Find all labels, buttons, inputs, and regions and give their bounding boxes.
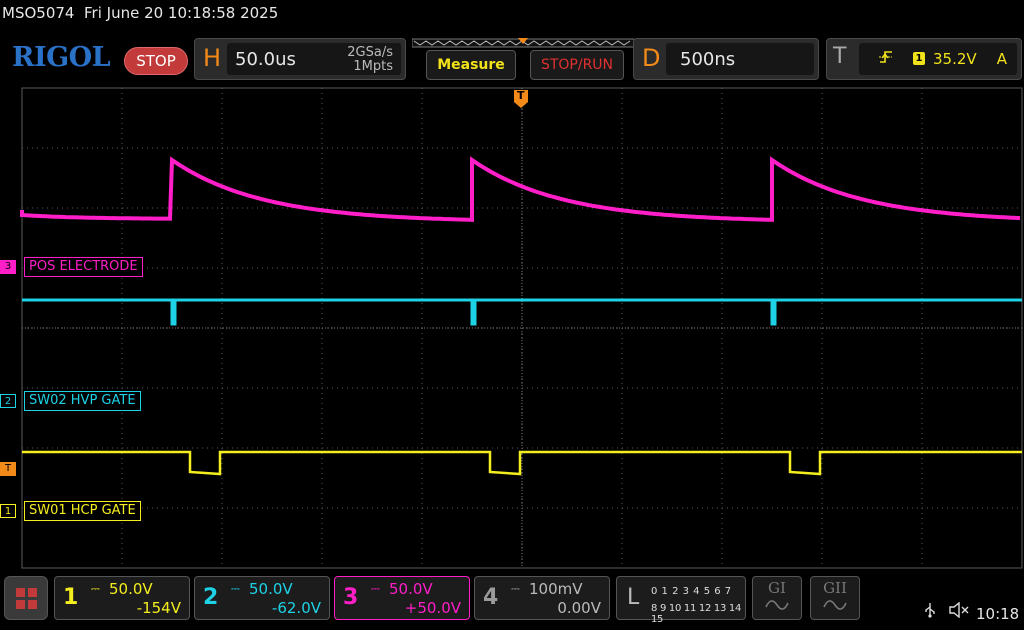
trigger-mode: A bbox=[996, 50, 1007, 68]
ch2-settings[interactable]: 2 ⎓ 50.0V -62.0V bbox=[194, 576, 330, 620]
ch3-number: 3 bbox=[343, 585, 359, 610]
logic-analyzer-settings[interactable]: L 0 1 2 3 4 5 6 7 8 9 10 11 12 13 14 15 bbox=[616, 576, 746, 625]
trigger-level: 35.2V bbox=[933, 50, 977, 68]
trigger-position-marker: T bbox=[514, 89, 528, 108]
sine-wave-icon bbox=[823, 600, 847, 610]
timebase-value: 50.0us bbox=[235, 49, 296, 70]
date-time: Fri June 20 10:18:58 2025 bbox=[84, 4, 279, 22]
model-name: MSO5074 bbox=[2, 4, 75, 22]
sample-rate: 2GSa/s bbox=[347, 45, 393, 60]
acquisition-info: 2GSa/s 1Mpts bbox=[347, 46, 393, 74]
trigger-readout: 1 35.2V A bbox=[859, 43, 1017, 75]
stop-run-button[interactable]: STOP/RUN bbox=[530, 50, 624, 80]
generator2-label: GII bbox=[823, 579, 847, 597]
ch2-offset: -62.0V bbox=[271, 599, 321, 617]
status-line: MSO5074 Fri June 20 10:18:58 2025 bbox=[2, 4, 278, 22]
ch2-scale: 50.0V bbox=[249, 580, 293, 598]
generator2-button[interactable]: GII bbox=[810, 576, 860, 620]
waveform-display[interactable]: T 3 POS ELECTRODE 2 SW02 HVP GATE T 1 SW… bbox=[0, 86, 1024, 570]
ch3-label: POS ELECTRODE bbox=[24, 257, 143, 277]
delay-letter: D bbox=[642, 44, 661, 72]
usb-icon bbox=[924, 603, 941, 622]
ch3-waveform bbox=[20, 156, 1021, 222]
ch1-position-marker[interactable]: 1 bbox=[0, 504, 16, 518]
delay-value: 500ns bbox=[680, 49, 736, 70]
speaker-muted-icon[interactable] bbox=[949, 601, 969, 622]
ch3-settings[interactable]: 3 ⎓ 50.0V +50.0V bbox=[334, 576, 470, 620]
dc-coupling-icon: ⎓ bbox=[371, 582, 380, 595]
horizontal-letter: H bbox=[203, 44, 222, 72]
dc-coupling-icon: ⎓ bbox=[231, 582, 240, 595]
ch2-position-marker[interactable]: 2 bbox=[0, 394, 16, 408]
trigger-level-marker[interactable]: T bbox=[0, 462, 16, 476]
memory-depth: 1Mpts bbox=[353, 59, 393, 74]
rigol-logo: RIGOL bbox=[12, 42, 111, 73]
ch2-label: SW02 HVP GATE bbox=[24, 391, 141, 411]
ch4-number: 4 bbox=[483, 585, 499, 610]
ch3-position-marker[interactable]: 3 bbox=[0, 260, 16, 274]
trigger-panel[interactable]: T 1 35.2V A bbox=[826, 38, 1022, 80]
measure-button[interactable]: Measure bbox=[426, 50, 516, 80]
delay-readout: 500ns bbox=[666, 43, 814, 75]
logic-channels-row2: 8 9 10 11 12 13 14 15 bbox=[651, 603, 742, 625]
dc-coupling-icon: ⎓ bbox=[91, 582, 100, 595]
horizontal-panel[interactable]: H 50.0us 2GSa/s 1Mpts bbox=[194, 38, 406, 80]
delay-panel[interactable]: D 500ns bbox=[633, 38, 819, 80]
trigger-position-strip bbox=[412, 38, 634, 48]
ch3-offset: +50.0V bbox=[404, 599, 461, 617]
waveform-grid bbox=[20, 87, 1023, 569]
ch4-settings[interactable]: 4 ⎓ 100mV 0.00V bbox=[474, 576, 610, 620]
horizontal-readout: 50.0us 2GSa/s 1Mpts bbox=[227, 43, 401, 75]
ch1-settings[interactable]: 1 ⎓ 50.0V -154V bbox=[54, 576, 190, 620]
system-clock: 10:18 bbox=[976, 605, 1020, 623]
ch4-offset: 0.00V bbox=[557, 599, 601, 617]
run-state-badge[interactable]: STOP bbox=[124, 47, 188, 75]
dc-coupling-icon: ⎓ bbox=[511, 582, 520, 595]
trigger-source-badge: 1 bbox=[913, 52, 925, 65]
ch2-number: 2 bbox=[203, 585, 219, 610]
generator1-button[interactable]: GI bbox=[752, 576, 802, 620]
ch1-label: SW01 HCP GATE bbox=[24, 501, 141, 521]
main-menu-button[interactable] bbox=[4, 576, 48, 620]
ch3-scale: 50.0V bbox=[389, 580, 433, 598]
rising-edge-icon bbox=[879, 49, 893, 69]
ch1-offset: -154V bbox=[136, 599, 181, 617]
trigger-position-letter: T bbox=[517, 89, 525, 102]
bottom-bar: 1 ⎓ 50.0V -154V 2 ⎓ 50.0V -62.0V 3 ⎓ 50.… bbox=[0, 572, 1024, 630]
top-bar: RIGOL STOP H 50.0us 2GSa/s 1Mpts Measure… bbox=[0, 36, 1024, 84]
ch1-scale: 50.0V bbox=[109, 580, 153, 598]
logic-channels-row1: 0 1 2 3 4 5 6 7 bbox=[651, 586, 732, 597]
trigger-letter: T bbox=[833, 44, 847, 69]
ch1-number: 1 bbox=[63, 585, 79, 610]
ch4-scale: 100mV bbox=[529, 580, 583, 598]
status-icons bbox=[924, 601, 969, 622]
generator1-label: GI bbox=[768, 579, 786, 597]
sine-wave-icon bbox=[765, 600, 789, 610]
logic-letter: L bbox=[627, 585, 640, 610]
